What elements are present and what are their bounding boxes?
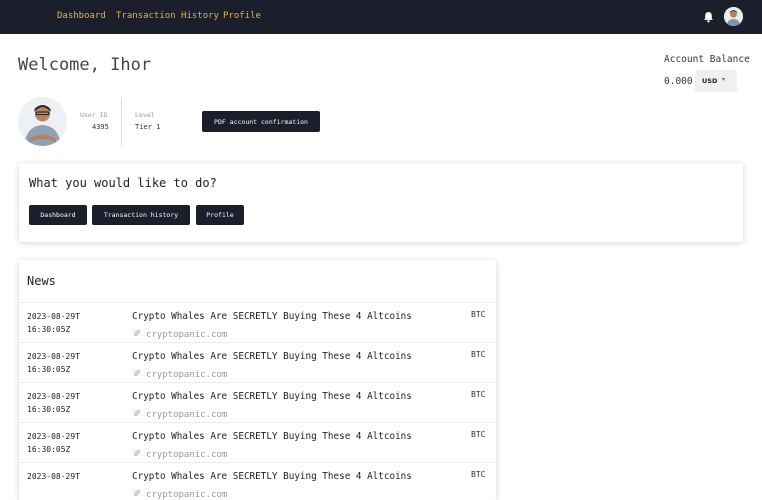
news-date: 2023-08-29T 16:30:05Z	[27, 432, 80, 454]
news-source[interactable]: cryptopanic.com	[132, 328, 227, 340]
nav-profile-link[interactable]: Profile	[223, 11, 261, 21]
user-avatar[interactable]	[724, 7, 743, 26]
link-icon	[133, 329, 141, 337]
news-date: 2023-08-29T 16:30:05Z	[27, 312, 80, 334]
news-source-text: cryptopanic.com	[146, 370, 228, 380]
page-title: Welcome, Ihor	[18, 55, 152, 75]
news-source[interactable]: cryptopanic.com	[132, 408, 227, 420]
news-row[interactable]: 2023-08-29T 16:30:05Z Crypto Whales Are …	[19, 342, 496, 382]
news-source[interactable]: cryptopanic.com	[132, 448, 227, 460]
account-balance-value: 0.000	[664, 76, 693, 87]
news-currency: BTC	[471, 310, 486, 319]
level-value: Tier 1	[135, 123, 161, 131]
bell-icon[interactable]	[703, 11, 714, 23]
actions-title: What you would like to do?	[29, 176, 217, 190]
nav-dashboard-link[interactable]: Dashboard	[57, 11, 106, 21]
news-currency: BTC	[471, 470, 486, 479]
news-row[interactable]: 2023-08-29T 16:30:05Z Crypto Whales Are …	[19, 302, 496, 342]
user-id-label: User ID	[80, 111, 108, 119]
news-date: 2023-08-29T 16:30:05Z	[27, 392, 80, 414]
news-currency: BTC	[471, 350, 486, 359]
news-title: News	[27, 274, 56, 288]
news-row[interactable]: 2023-08-29T Crypto Whales Are SECRETLY B…	[19, 462, 496, 500]
link-icon	[133, 409, 141, 417]
link-icon	[133, 489, 141, 497]
news-headline[interactable]: Crypto Whales Are SECRETLY Buying These …	[132, 311, 412, 322]
news-source-text: cryptopanic.com	[146, 330, 228, 340]
account-balance-title: Account Balance	[664, 54, 750, 65]
user-id-value: 4395	[92, 123, 109, 131]
news-date: 2023-08-29T 16:30:05Z	[27, 352, 80, 374]
profile-divider	[121, 98, 122, 146]
action-dashboard-button[interactable]: Dashboard	[29, 205, 87, 225]
action-profile-button[interactable]: Profile	[196, 205, 244, 225]
news-source[interactable]: cryptopanic.com	[132, 368, 227, 380]
link-icon	[133, 449, 141, 457]
currency-select-value: USD	[702, 77, 718, 85]
link-icon	[133, 369, 141, 377]
news-source-text: cryptopanic.com	[146, 490, 228, 500]
news-headline[interactable]: Crypto Whales Are SECRETLY Buying These …	[132, 351, 412, 362]
currency-select[interactable]: USD ▾	[695, 70, 737, 92]
news-headline[interactable]: Crypto Whales Are SECRETLY Buying These …	[132, 431, 412, 442]
news-headline[interactable]: Crypto Whales Are SECRETLY Buying These …	[132, 391, 412, 402]
news-row[interactable]: 2023-08-29T 16:30:05Z Crypto Whales Are …	[19, 422, 496, 462]
news-card: News 2023-08-29T 16:30:05Z Crypto Whales…	[19, 260, 496, 500]
news-headline[interactable]: Crypto Whales Are SECRETLY Buying These …	[132, 471, 412, 482]
news-date: 2023-08-29T	[27, 472, 80, 481]
news-source[interactable]: cryptopanic.com	[132, 488, 227, 500]
profile-avatar	[18, 97, 67, 146]
chevron-down-icon: ▾	[722, 76, 726, 83]
action-transaction-history-button[interactable]: Transaction history	[92, 205, 190, 225]
top-navbar: Dashboard Transaction History Profile	[0, 0, 762, 34]
pdf-account-confirmation-button[interactable]: PDF account confirmation	[202, 111, 320, 132]
news-currency: BTC	[471, 430, 486, 439]
news-source-text: cryptopanic.com	[146, 410, 228, 420]
news-source-text: cryptopanic.com	[146, 450, 228, 460]
actions-card: What you would like to do? Dashboard Tra…	[19, 163, 743, 242]
nav-transaction-history-link[interactable]: Transaction History	[116, 11, 219, 21]
news-currency: BTC	[471, 390, 486, 399]
level-label: Level	[135, 111, 155, 119]
news-row[interactable]: 2023-08-29T 16:30:05Z Crypto Whales Are …	[19, 382, 496, 422]
